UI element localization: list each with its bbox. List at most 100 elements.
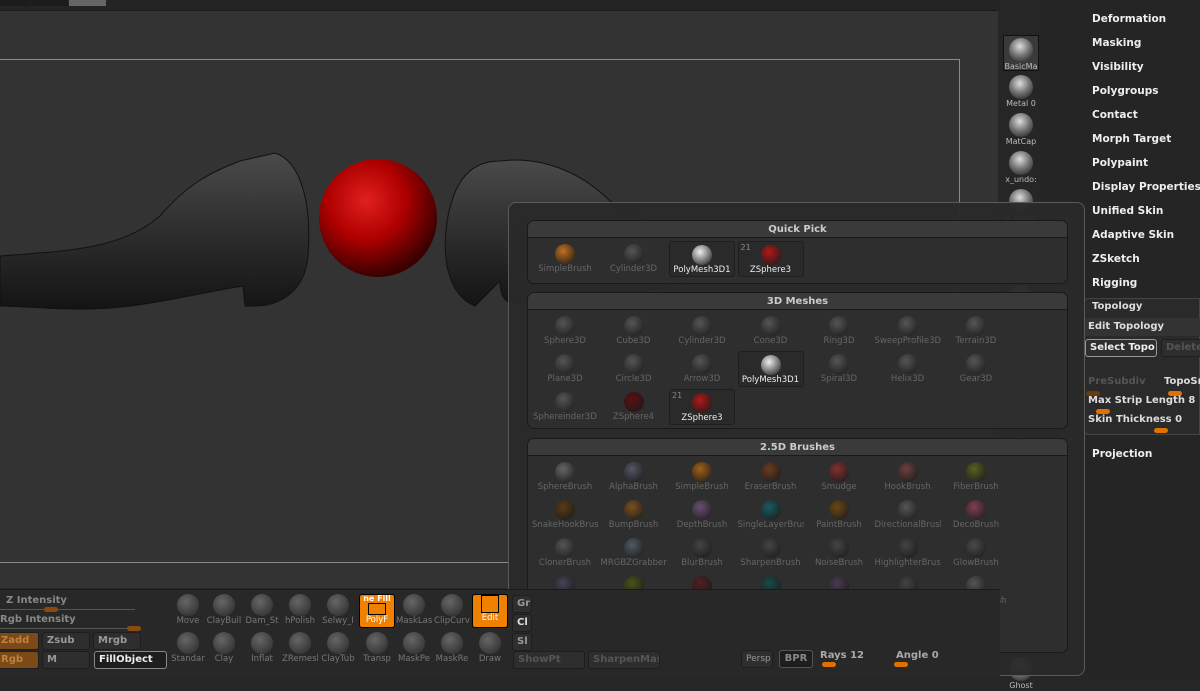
picker-item-mrgbzgrabber[interactable]: MRGBZGrabber (601, 535, 667, 571)
menu-adaptive-skin[interactable]: Adaptive Skin (1092, 229, 1174, 241)
side-button[interactable]: Sl (512, 633, 532, 651)
tool-inflat[interactable]: Inflat (244, 632, 280, 666)
picker-item-polymesh3d1[interactable]: PolyMesh3D1 (737, 351, 804, 387)
material-swatch[interactable]: x_undo: (1003, 149, 1039, 185)
side-button[interactable]: Gr (512, 595, 532, 613)
mrgb-button[interactable]: Mrgb (93, 632, 141, 650)
tool-transp[interactable]: Transp (359, 632, 395, 666)
menu-unified-skin[interactable]: Unified Skin (1092, 205, 1163, 217)
bpr-button[interactable]: BPR (779, 650, 813, 668)
delete-topo-button[interactable]: Delete (1161, 339, 1200, 357)
edit-topology-button[interactable]: Edit Topology (1084, 318, 1200, 336)
menu-display-properties[interactable]: Display Properties (1092, 181, 1200, 193)
picker-item-cylinder3d[interactable]: Cylinder3D (601, 241, 667, 277)
picker-item-smudge[interactable]: Smudge (806, 459, 872, 495)
tool-claytub[interactable]: ClayTub (320, 632, 356, 666)
picker-item-spiral3d[interactable]: Spiral3D (806, 351, 872, 387)
rgb-intensity-slider[interactable]: Rgb Intensity (0, 614, 76, 625)
skin-thickness-knob[interactable] (1154, 428, 1168, 433)
picker-item-arrow3d[interactable]: Arrow3D (669, 351, 735, 387)
picker-item-eraserbrush[interactable]: EraserBrush (738, 459, 804, 495)
picker-item-cone3d[interactable]: Cone3D (738, 313, 804, 349)
picker-item-fiberbrush[interactable]: FiberBrush (943, 459, 1009, 495)
tool-edit[interactable]: Edit (472, 594, 508, 628)
skin-thickness-slider[interactable]: Skin Thickness 0 (1088, 414, 1182, 425)
tool-clay[interactable]: Clay (206, 632, 242, 666)
material-swatch[interactable]: BasicMa (1003, 35, 1039, 71)
picker-item-snakehookbrush[interactable]: SnakeHookBrush (532, 497, 598, 533)
menu-projection[interactable]: Projection (1092, 448, 1152, 460)
tool-clipcurv[interactable]: ClipCurv (434, 594, 470, 628)
picker-item-bumpbrush[interactable]: BumpBrush (601, 497, 667, 533)
sharpen-mask-button[interactable]: SharpenMasl (588, 651, 660, 669)
picker-item-cube3d[interactable]: Cube3D (601, 313, 667, 349)
fill-object-button[interactable]: FillObject (94, 651, 167, 669)
tool-selwy-i[interactable]: Selwy_I (320, 594, 356, 628)
picker-item-simplebrush[interactable]: SimpleBrush (532, 241, 598, 277)
tool-standar[interactable]: Standar (170, 632, 206, 666)
picker-item-sphereinder3d[interactable]: Sphereinder3D (532, 389, 598, 425)
zadd-button[interactable]: Zadd (0, 632, 39, 650)
picker-item-hookbrush[interactable]: HookBrush (875, 459, 941, 495)
angle-knob[interactable] (894, 662, 908, 667)
menu-polygroups[interactable]: Polygroups (1092, 85, 1159, 97)
picker-item-spherebrush[interactable]: SphereBrush (532, 459, 598, 495)
picker-item-ring3d[interactable]: Ring3D (806, 313, 872, 349)
tool-zremesl[interactable]: ZRemesl (282, 632, 318, 666)
presubdiv-slider-label[interactable]: PreSubdiv (1088, 376, 1146, 387)
z-intensity-knob[interactable] (44, 607, 58, 612)
tool-hpolish[interactable]: hPolish (282, 594, 318, 628)
tool-dam-st[interactable]: Dam_St (244, 594, 280, 628)
material-swatch[interactable]: Metal 0 (1003, 73, 1039, 109)
picker-item-gear3d[interactable]: Gear3D (943, 351, 1009, 387)
rays-slider[interactable]: Rays 12 (820, 650, 864, 661)
tool-polyf[interactable]: ne Fill PolyF (359, 594, 395, 628)
zsub-button[interactable]: Zsub (42, 632, 90, 650)
menu-contact[interactable]: Contact (1092, 109, 1138, 121)
rgb-intensity-knob[interactable] (127, 626, 141, 631)
tool-maskre[interactable]: MaskRe (434, 632, 470, 666)
picker-item-noisebrush[interactable]: NoiseBrush (806, 535, 872, 571)
menu-visibility[interactable]: Visibility (1092, 61, 1144, 73)
picker-item-glowbrush[interactable]: GlowBrush (943, 535, 1009, 571)
side-button[interactable]: Cl (512, 614, 532, 632)
tool-maskpe[interactable]: MaskPe (396, 632, 432, 666)
picker-item-directionalbrush[interactable]: DirectionalBrush (875, 497, 941, 533)
showpt-button[interactable]: ShowPt (513, 651, 585, 669)
picker-item-terrain3d[interactable]: Terrain3D (943, 313, 1009, 349)
picker-item-plane3d[interactable]: Plane3D (532, 351, 598, 387)
picker-item-zsphere3[interactable]: 21 ZSphere3 (737, 241, 804, 277)
picker-item-decobrush[interactable]: DecoBrush (943, 497, 1009, 533)
picker-item-sweepprofile3d[interactable]: SweepProfile3D (875, 313, 941, 349)
picker-item-polymesh3d1[interactable]: PolyMesh3D1 (669, 241, 735, 277)
material-swatch[interactable]: MatCap (1003, 111, 1039, 147)
tool-masklas[interactable]: MaskLas (396, 594, 432, 628)
toposmooth-slider-label[interactable]: TopoSm (1164, 376, 1200, 387)
tool-move[interactable]: Move (170, 594, 206, 628)
picker-item-sharpenbrush[interactable]: SharpenBrush (738, 535, 804, 571)
menu-rigging[interactable]: Rigging (1092, 277, 1137, 289)
rgb-button[interactable]: Rgb (0, 651, 39, 669)
tool-claybuil[interactable]: ClayBuil (206, 594, 242, 628)
tool-draw[interactable]: Draw (472, 632, 508, 666)
max-strip-length-slider[interactable]: Max Strip Length 8 (1088, 395, 1195, 406)
menu-morph-target[interactable]: Morph Target (1092, 133, 1171, 145)
picker-item-circle3d[interactable]: Circle3D (601, 351, 667, 387)
m-button[interactable]: M (42, 651, 90, 669)
picker-item-simplebrush[interactable]: SimpleBrush (669, 459, 735, 495)
picker-item-zsphere3[interactable]: 21 ZSphere3 (669, 389, 735, 425)
z-intensity-slider[interactable]: Z Intensity (6, 595, 67, 606)
picker-item-clonerbrush[interactable]: ClonerBrush (532, 535, 598, 571)
picker-item-singlelayerbrusl[interactable]: SingleLayerBrusl (738, 497, 804, 533)
picker-item-zsphere4[interactable]: ZSphere4 (601, 389, 667, 425)
picker-item-paintbrush[interactable]: PaintBrush (806, 497, 872, 533)
rgb-intensity-track[interactable] (0, 628, 140, 629)
picker-item-helix3d[interactable]: Helix3D (875, 351, 941, 387)
picker-item-cylinder3d[interactable]: Cylinder3D (669, 313, 735, 349)
persp-button[interactable]: Persp (741, 650, 773, 668)
select-topo-button[interactable]: Select Topo (1085, 339, 1157, 357)
picker-item-alphabrush[interactable]: AlphaBrush (601, 459, 667, 495)
picker-item-highlighterbrush[interactable]: HighlighterBrush (875, 535, 941, 571)
picker-item-sphere3d[interactable]: Sphere3D (532, 313, 598, 349)
picker-item-depthbrush[interactable]: DepthBrush (669, 497, 735, 533)
